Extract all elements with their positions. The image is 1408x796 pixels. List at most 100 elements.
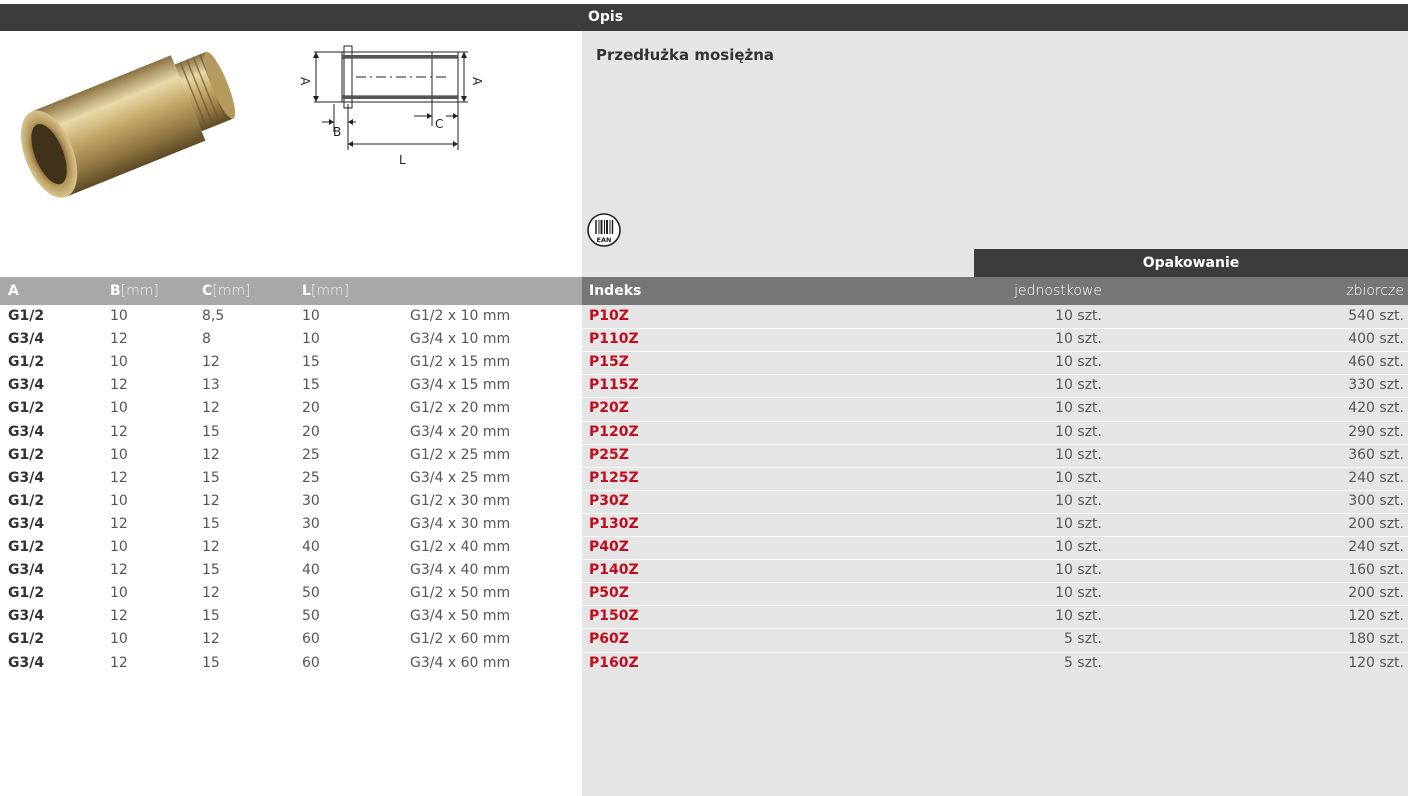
cell-b: 12 xyxy=(110,515,128,532)
ean-label: EAN xyxy=(597,236,612,244)
cell-description: G1/2 x 40 mm xyxy=(410,539,511,555)
cell-l: 20 xyxy=(302,400,320,417)
cell-thread-a: G1/2 xyxy=(8,631,45,648)
cell-l: 30 xyxy=(302,515,320,532)
cell-bulk-pack: 290 szt. xyxy=(1348,423,1404,440)
cell-index: P125Z xyxy=(589,469,639,486)
cell-b: 10 xyxy=(110,400,128,417)
cell-b: 12 xyxy=(110,654,128,671)
product-description: Przedłużka mosiężna xyxy=(596,46,775,64)
table-row: G3/4 12 15 30 G3/4 x 30 mm P130Z 10 szt. 200 sz… xyxy=(0,513,1408,536)
cell-thread-a: G3/4 xyxy=(8,423,45,440)
cell-b: 10 xyxy=(110,585,128,602)
cell-description: G3/4 x 50 mm xyxy=(410,608,511,625)
cell-c: 12 xyxy=(202,446,220,463)
description-header-title: Opis xyxy=(588,9,624,25)
table-row: G1/2 10 12 60 G1/2 x 60 mm P60Z 5 szt. 180 szt. xyxy=(0,628,1408,651)
table-row: G3/4 12 8 10 G3/4 x 10 mm P110Z 10 szt. 400 szt… xyxy=(0,328,1408,351)
table-header-left xyxy=(0,277,582,305)
cell-l: 15 xyxy=(302,354,320,371)
row-separator xyxy=(0,559,1408,561)
row-separator xyxy=(0,651,1408,653)
cell-index: P150Z xyxy=(589,608,639,625)
cell-l: 50 xyxy=(302,608,320,625)
cell-unit-pack: 5 szt. xyxy=(1064,631,1102,648)
cell-thread-a: G1/2 xyxy=(8,585,45,602)
cell-c: 15 xyxy=(202,562,220,579)
row-separator xyxy=(0,536,1408,537)
table-row: G3/4 12 15 50 G3/4 x 50 mm P150Z 10 szt. 120 sz… xyxy=(0,605,1408,628)
cell-thread-a: G3/4 xyxy=(8,608,45,625)
cell-description: G1/2 x 10 mm xyxy=(410,308,511,324)
description-header-bar: Opis xyxy=(0,4,1408,31)
cell-index: P115Z xyxy=(589,377,639,394)
cell-c: 15 xyxy=(202,469,220,486)
drawing-label-a-right: A xyxy=(470,77,484,86)
cell-c: 15 xyxy=(202,654,220,671)
cell-thread-a: G3/4 xyxy=(8,562,45,579)
column-header-unit-pack: jednostkowe xyxy=(1014,283,1102,299)
cell-c: 12 xyxy=(202,585,220,602)
row-separator xyxy=(0,512,1408,514)
cell-bulk-pack: 200 szt. xyxy=(1348,515,1404,532)
row-separator xyxy=(0,628,1408,630)
column-header-l: L[mm] xyxy=(302,283,350,299)
cell-description: G3/4 x 10 mm xyxy=(410,331,511,348)
cell-c: 8 xyxy=(202,331,211,348)
table-row: G1/2 10 12 50 G1/2 x 50 mm P50Z 10 szt. 200 szt… xyxy=(0,582,1408,605)
cell-c: 15 xyxy=(202,423,220,440)
cell-index: P30Z xyxy=(589,492,629,509)
cell-unit-pack: 10 szt. xyxy=(1055,354,1102,371)
cell-b: 12 xyxy=(110,469,128,486)
row-separator xyxy=(0,420,1408,422)
cell-l: 40 xyxy=(302,539,320,555)
packaging-header-label: Opakowanie xyxy=(1142,255,1240,271)
cell-b: 12 xyxy=(110,562,128,579)
ean-barcode-icon: EAN xyxy=(587,213,621,247)
cell-unit-pack: 10 szt. xyxy=(1055,539,1102,555)
cell-thread-a: G1/2 xyxy=(8,354,45,371)
drawing-label-c: C xyxy=(435,117,443,131)
product-photo xyxy=(20,51,236,198)
cell-thread-a: G1/2 xyxy=(8,308,45,324)
cell-l: 30 xyxy=(302,492,320,509)
cell-b: 12 xyxy=(110,377,128,394)
cell-c: 12 xyxy=(202,492,220,509)
cell-l: 60 xyxy=(302,631,320,648)
cell-bulk-pack: 160 szt. xyxy=(1348,562,1404,579)
cell-thread-a: G3/4 xyxy=(8,469,45,486)
cell-unit-pack: 10 szt. xyxy=(1055,423,1102,440)
table-row: G1/2 10 8,5 10 G1/2 x 10 mm P10Z 10 szt. 540 sz… xyxy=(0,305,1408,328)
column-header-c: C[mm] xyxy=(202,283,251,299)
cell-unit-pack: 10 szt. xyxy=(1055,608,1102,625)
cell-bulk-pack: 330 szt. xyxy=(1348,377,1404,394)
cell-thread-a: G3/4 xyxy=(8,654,45,671)
cell-description: G1/2 x 15 mm xyxy=(410,354,511,371)
cell-description: G1/2 x 25 mm xyxy=(410,446,511,463)
cell-thread-a: G3/4 xyxy=(8,515,45,532)
cell-unit-pack: 10 szt. xyxy=(1055,515,1102,532)
cell-c: 15 xyxy=(202,608,220,625)
table-row: G3/4 12 15 25 G3/4 x 25 mm P125Z 10 szt. 240 sz… xyxy=(0,467,1408,490)
table-header-right xyxy=(582,277,1408,305)
cell-b: 12 xyxy=(110,331,128,348)
cell-index: P110Z xyxy=(589,331,639,348)
table-row: G1/2 10 12 40 G1/2 x 40 mm P40Z 10 szt. 240 szt… xyxy=(0,536,1408,559)
cell-bulk-pack: 200 szt. xyxy=(1348,585,1404,602)
cell-description: G3/4 x 25 mm xyxy=(410,469,511,486)
cell-unit-pack: 10 szt. xyxy=(1055,562,1102,579)
cell-l: 10 xyxy=(302,308,320,324)
table-row: G1/2 10 12 15 G1/2 x 15 mm P15Z 10 szt. 460 szt… xyxy=(0,351,1408,374)
cell-bulk-pack: 420 szt. xyxy=(1348,400,1404,417)
packaging-header: Opakowanie xyxy=(974,249,1408,277)
row-separator xyxy=(0,328,1408,330)
cell-l: 10 xyxy=(302,331,320,348)
cell-unit-pack: 10 szt. xyxy=(1055,585,1102,602)
cell-unit-pack: 10 szt. xyxy=(1055,446,1102,463)
cell-index: P40Z xyxy=(589,539,629,555)
cell-unit-pack: 10 szt. xyxy=(1055,400,1102,417)
cell-index: P160Z xyxy=(589,654,639,671)
cell-description: G1/2 x 20 mm xyxy=(410,400,511,417)
cell-index: P25Z xyxy=(589,446,629,463)
cell-thread-a: G3/4 xyxy=(8,331,45,348)
